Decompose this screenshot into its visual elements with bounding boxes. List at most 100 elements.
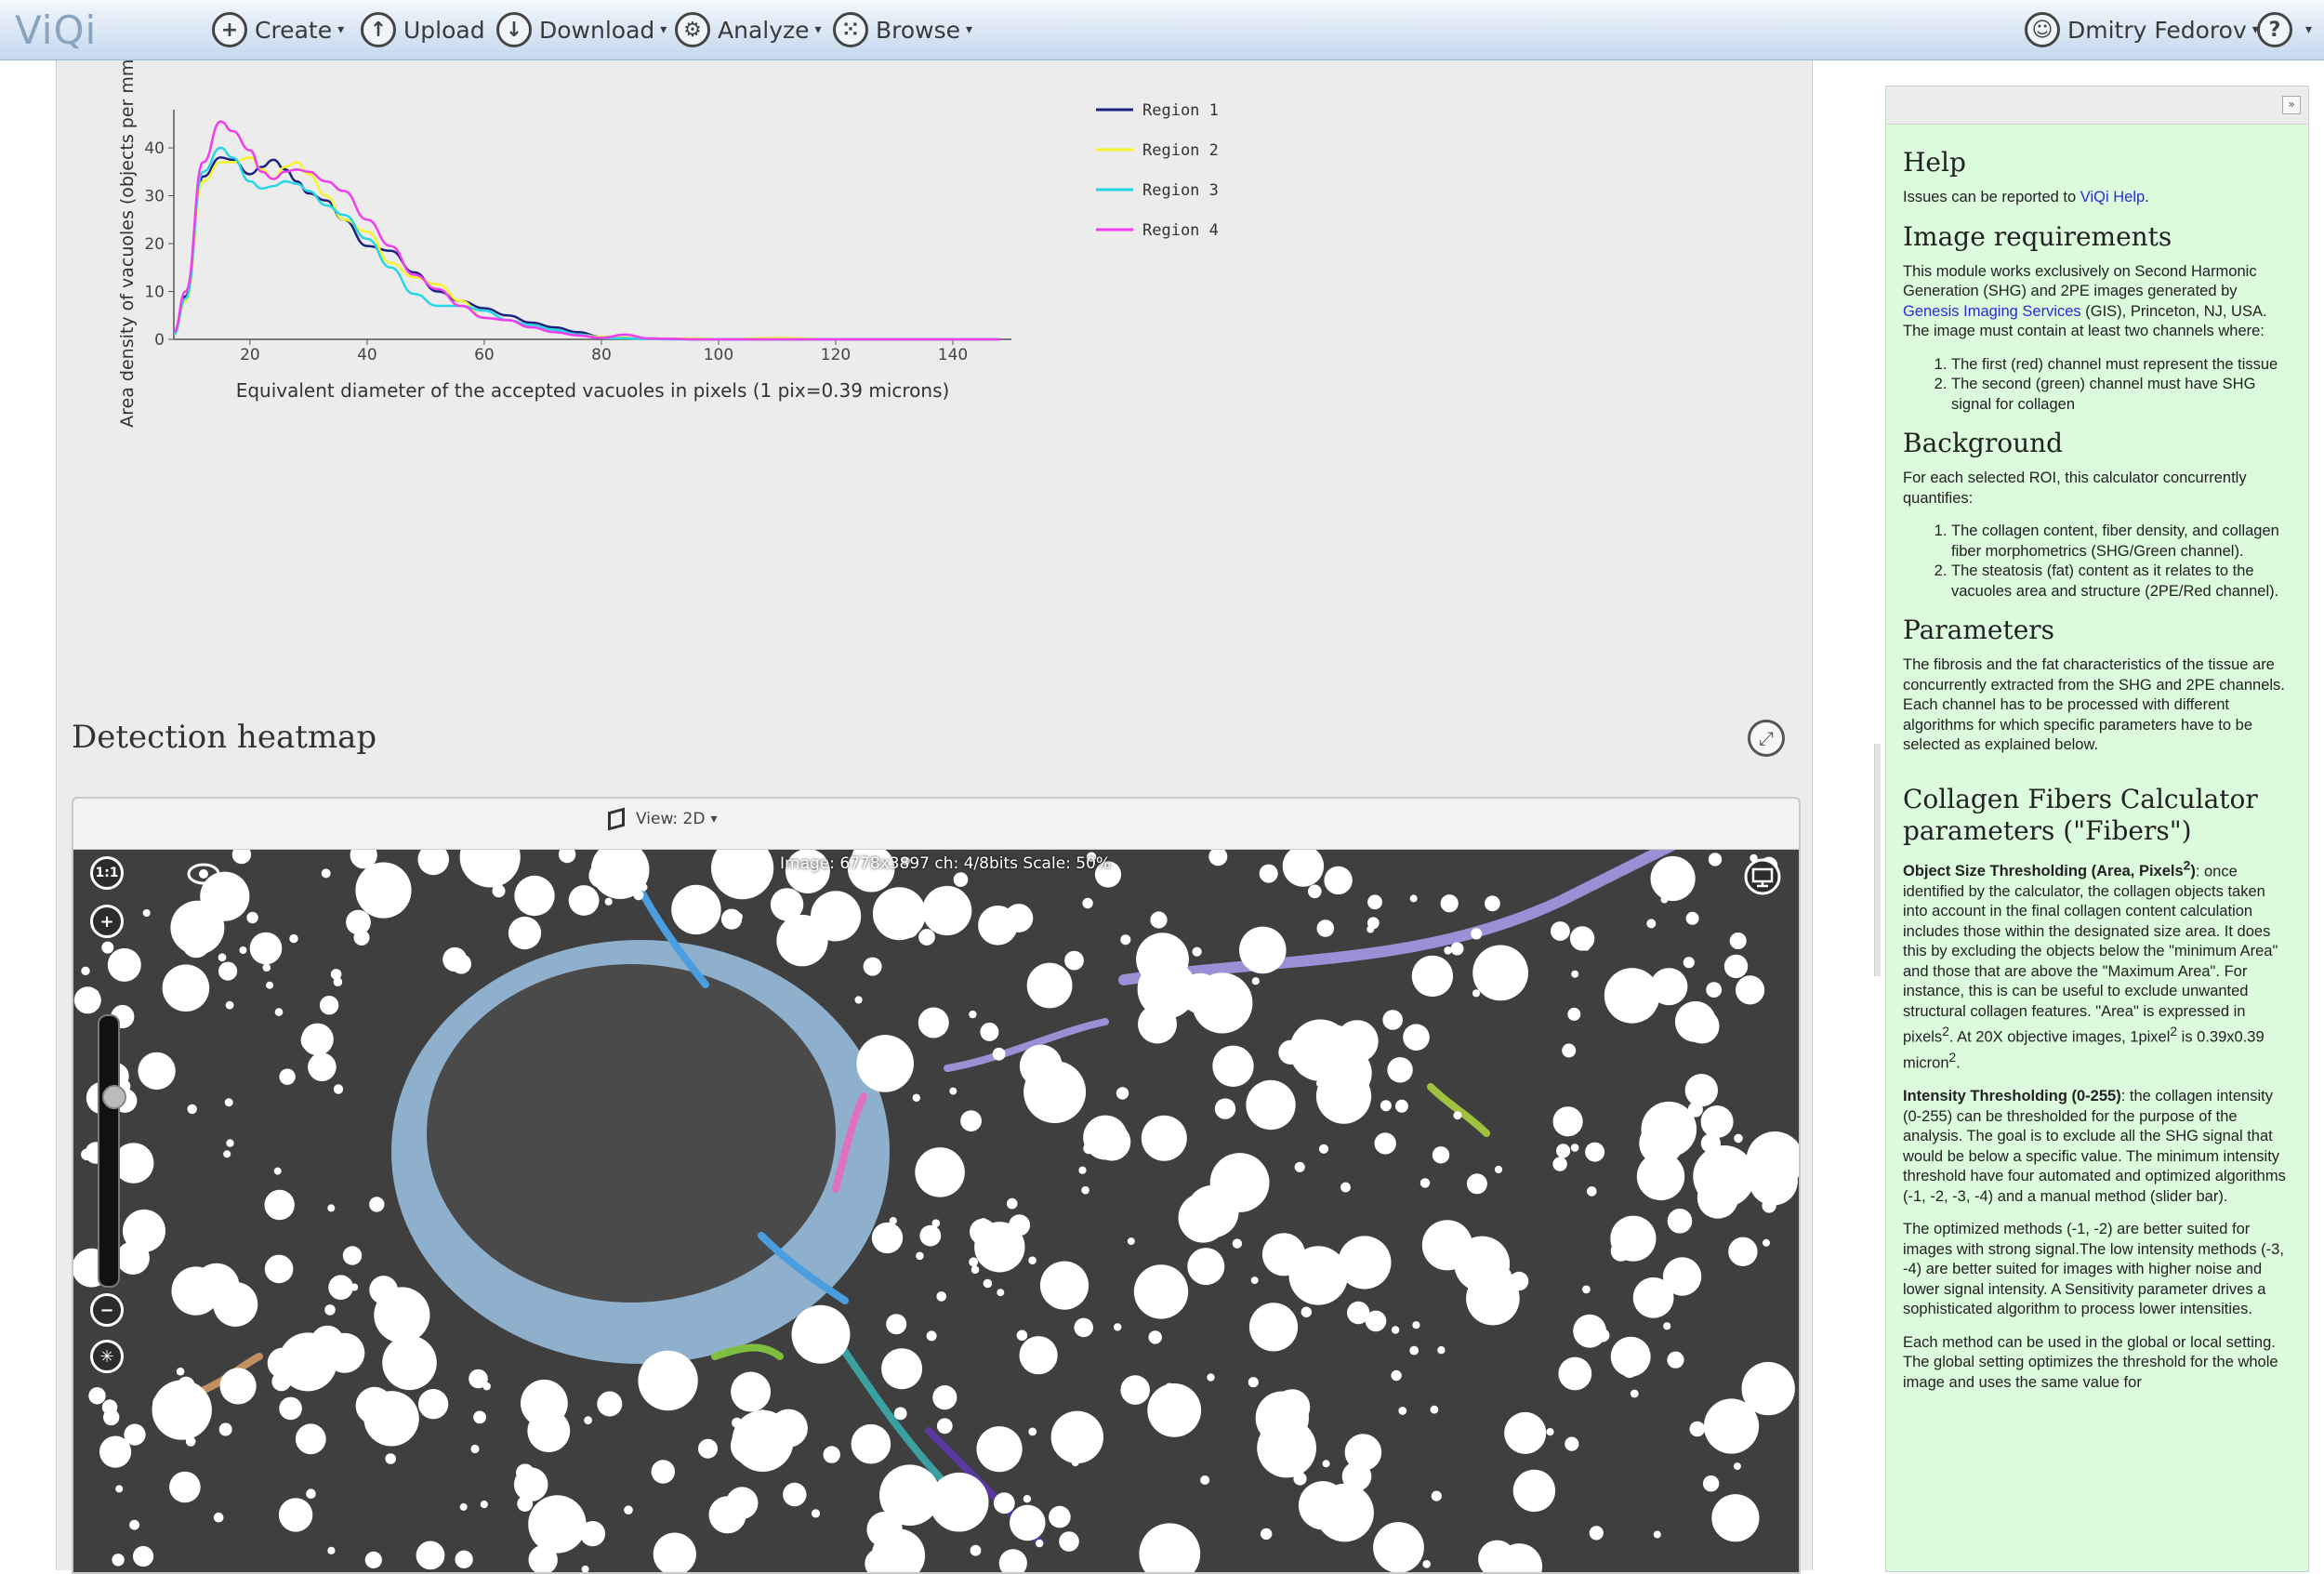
nav-download[interactable]: ↓ Download ▾ bbox=[496, 9, 667, 50]
image-viewer[interactable]: View: 2D ▾ Image: 6778x3897 ch: 4/8bits … bbox=[72, 797, 1801, 1574]
genesis-imaging-link[interactable]: Genesis Imaging Services bbox=[1903, 303, 2081, 320]
vacuole-blob bbox=[1318, 1144, 1329, 1154]
help-title: Help bbox=[1903, 147, 1966, 178]
help-icon: ? bbox=[2257, 12, 2292, 47]
vacuole-blob bbox=[262, 963, 271, 972]
vacuole-blob bbox=[1207, 1373, 1215, 1382]
vacuole-blob bbox=[1250, 1276, 1259, 1285]
vacuole-blob bbox=[1453, 1111, 1462, 1120]
vacuole-blob bbox=[1026, 962, 1073, 1009]
object-size-paragraph: Object Size Thresholding (Area, Pixels2)… bbox=[1903, 858, 2278, 1072]
vacuole-blob bbox=[417, 1389, 449, 1420]
chevron-down-icon: ▾ bbox=[966, 22, 973, 37]
vacuole-blob bbox=[264, 1189, 295, 1221]
vacuole-blob bbox=[224, 1098, 233, 1107]
vacuole-blob bbox=[1763, 1238, 1770, 1247]
help-menu[interactable]: ? ▾ bbox=[2257, 9, 2312, 50]
zoom-out-button[interactable]: − bbox=[90, 1293, 124, 1327]
vacuole-blob bbox=[1308, 884, 1322, 899]
vacuole-blob bbox=[480, 1501, 488, 1509]
vacuole-blob bbox=[218, 961, 238, 981]
zoom-slider-handle[interactable] bbox=[102, 1084, 126, 1109]
list-item: The collagen content, fiber density, and… bbox=[1951, 522, 2293, 562]
vacuole-blob bbox=[1059, 1531, 1079, 1552]
y-tick-label: 0 bbox=[154, 331, 165, 350]
vacuole-blob bbox=[416, 1541, 445, 1570]
vacuole-blob bbox=[1556, 1144, 1571, 1158]
zoom-one-to-one-button[interactable]: 1:1 bbox=[90, 856, 124, 890]
vacuole-blob bbox=[226, 1139, 234, 1147]
nav-create[interactable]: + Create ▾ bbox=[212, 9, 344, 50]
collapse-panel-button[interactable]: » bbox=[2282, 96, 2301, 114]
vacuole-blob bbox=[1050, 1410, 1104, 1463]
vacuole-blob bbox=[1504, 1411, 1547, 1454]
vacuole-blob bbox=[993, 1492, 1015, 1514]
viqi-help-link[interactable]: ViQi Help bbox=[2080, 189, 2145, 205]
eye-icon[interactable] bbox=[185, 860, 222, 888]
vacuole-blob bbox=[1570, 1144, 1579, 1152]
view-mode-select[interactable]: View: 2D ▾ bbox=[608, 807, 717, 831]
vacuole-blob bbox=[264, 1254, 294, 1284]
gears-icon: ⚙ bbox=[675, 12, 710, 47]
vacuole-blob bbox=[1120, 1375, 1150, 1405]
vacuole-blob bbox=[274, 1008, 284, 1016]
zoom-slider[interactable] bbox=[98, 1014, 126, 1288]
nav-upload[interactable]: ↑ Upload bbox=[361, 9, 485, 50]
vacuole-blob bbox=[1322, 1460, 1330, 1468]
vacuole-blob bbox=[1551, 921, 1570, 941]
monitor-icon[interactable] bbox=[1744, 858, 1781, 895]
vacuole-blob bbox=[513, 1467, 548, 1501]
parameters-paragraph: The fibrosis and the fat characteristics… bbox=[1903, 656, 2285, 753]
vacuole-blob bbox=[514, 875, 555, 917]
user-menu[interactable]: ☺ Dmitry Fedorov ▾ bbox=[2025, 9, 2259, 50]
vacuole-blob bbox=[1081, 1185, 1089, 1195]
nav-browse[interactable]: ⁙ Browse ▾ bbox=[833, 9, 972, 50]
vacuole-blob bbox=[169, 1471, 201, 1503]
vacuole-blob bbox=[1419, 1178, 1431, 1188]
vacuole-blob bbox=[1064, 950, 1084, 971]
vacuole-blob bbox=[1422, 1560, 1431, 1568]
vacuole-blob bbox=[1074, 1317, 1093, 1338]
object-size-label: Object Size Thresholding (Area, Pixels2) bbox=[1903, 858, 2196, 880]
vacuole-blob bbox=[811, 1509, 821, 1518]
vacuole-blob bbox=[1641, 1101, 1697, 1157]
vacuole-blob bbox=[633, 890, 644, 901]
vacuole-blob bbox=[1494, 1165, 1503, 1174]
legend-label-1: Region 1 bbox=[1142, 101, 1219, 120]
nav-analyze[interactable]: ⚙ Analyze ▾ bbox=[675, 9, 822, 50]
list-item: The steatosis (fat) content as it relate… bbox=[1951, 562, 2293, 602]
vacuole-blob bbox=[1762, 1198, 1776, 1213]
vacuole-blob bbox=[1571, 970, 1579, 978]
user-name: Dmitry Fedorov bbox=[2067, 16, 2247, 44]
fullscreen-button[interactable]: ⤢ bbox=[1748, 720, 1785, 757]
vacuole-blob bbox=[363, 1391, 419, 1447]
vacuole-blob bbox=[1200, 1475, 1210, 1485]
vacuole-blob bbox=[1187, 1248, 1225, 1286]
vacuole-blob bbox=[1248, 1377, 1259, 1388]
vacuole-blob bbox=[916, 1251, 924, 1261]
vacuole-blob bbox=[127, 1093, 137, 1104]
zoom-in-button[interactable]: + bbox=[90, 905, 124, 938]
vacuole-blob bbox=[218, 1422, 232, 1436]
vacuole-blob bbox=[219, 1368, 257, 1405]
vacuole-blob bbox=[1259, 864, 1278, 883]
heatmap-canvas[interactable] bbox=[73, 799, 1799, 1572]
vacuole-blob bbox=[218, 953, 227, 962]
expand-arrows-icon: ⤢ bbox=[1759, 727, 1774, 749]
panel-splitter[interactable] bbox=[1874, 744, 1881, 976]
vacuole-blob bbox=[931, 1219, 941, 1227]
zoom-fit-button[interactable]: ✳ bbox=[90, 1340, 124, 1373]
x-tick-label: 100 bbox=[704, 346, 733, 364]
vacuole-blob bbox=[1382, 1010, 1403, 1030]
vacuole-blob bbox=[783, 1482, 807, 1507]
app-logo[interactable]: ViQi bbox=[15, 7, 97, 53]
vacuole-blob bbox=[1512, 1469, 1556, 1513]
chart-legend: Region 1 Region 2 Region 3 Region 4 bbox=[1096, 101, 1219, 240]
vacuole-blob bbox=[1411, 955, 1454, 998]
vacuole-blob bbox=[369, 1197, 385, 1212]
vacuole-blob bbox=[1138, 1004, 1177, 1044]
vacuole-blob bbox=[992, 1047, 1006, 1061]
vacuole-blob bbox=[1367, 925, 1375, 933]
vacuole-blob bbox=[976, 1426, 1023, 1473]
vacuole-blob bbox=[1324, 866, 1353, 895]
